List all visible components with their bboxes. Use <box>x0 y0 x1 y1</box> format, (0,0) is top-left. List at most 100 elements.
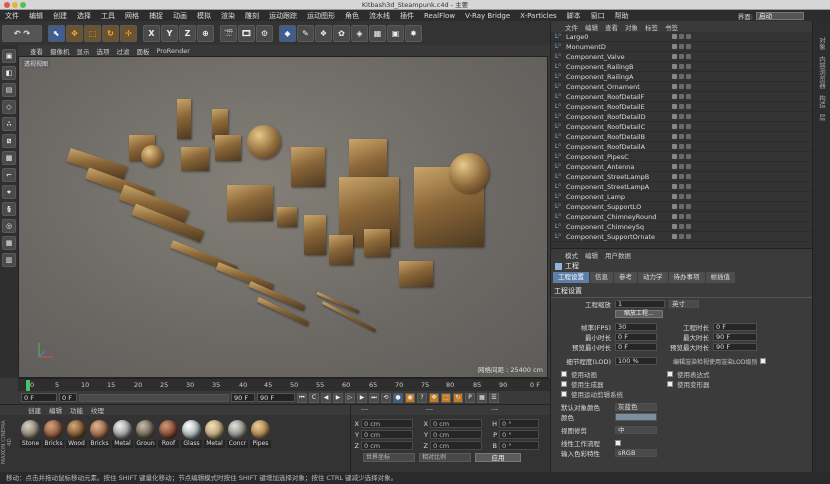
use-motion-system-checkbox[interactable] <box>561 391 567 397</box>
param-key-icon[interactable]: P <box>465 392 475 403</box>
render-visibility-dot[interactable] <box>679 214 684 219</box>
menu-x-particles[interactable]: X-Particles <box>515 12 561 20</box>
render-visibility-dot[interactable] <box>679 94 684 99</box>
array-icon[interactable]: ✿ <box>333 24 350 42</box>
editor-visibility-dot[interactable] <box>672 234 677 239</box>
enable-check-icon[interactable] <box>686 94 691 99</box>
material-item[interactable]: Pipes <box>250 420 271 448</box>
object-row[interactable]: L⁰ Component_RoofDetailC <box>551 122 812 132</box>
obj-menu-view[interactable]: 查看 <box>605 22 618 32</box>
use-expressions-checkbox[interactable] <box>667 371 673 377</box>
deformer-icon[interactable]: ◈ <box>351 24 368 42</box>
lod-field[interactable]: 100 % <box>615 357 657 365</box>
editor-visibility-dot[interactable] <box>672 94 677 99</box>
visibility-flags[interactable] <box>672 184 691 189</box>
material-item[interactable]: Concr <box>227 420 248 448</box>
start-frame-field[interactable]: 0 F <box>21 393 57 402</box>
layout-selector[interactable]: 界面: 启动 <box>738 11 804 21</box>
visibility-flags[interactable] <box>672 74 691 79</box>
tab-reference[interactable]: 参考 <box>614 272 637 283</box>
object-row[interactable]: L⁰ MonumentD <box>551 42 812 52</box>
material-item[interactable]: Bricks <box>43 420 64 448</box>
menu-character[interactable]: 角色 <box>340 11 364 21</box>
tweak-icon[interactable]: ⌖ <box>2 185 16 199</box>
menu-select[interactable]: 选择 <box>72 11 96 21</box>
tab-objects[interactable]: 对象 <box>817 37 827 50</box>
prev-frame-icon[interactable]: ◀ <box>321 392 331 403</box>
recent-tool-icon[interactable]: ✢ <box>120 24 137 42</box>
obj-menu-edit[interactable]: 编辑 <box>585 22 598 32</box>
visibility-flags[interactable] <box>672 54 691 59</box>
render-visibility-dot[interactable] <box>679 204 684 209</box>
obj-menu-tags[interactable]: 标签 <box>645 22 658 32</box>
tab-content-browser[interactable]: 内容浏览器 <box>817 56 827 89</box>
record-keys-icon[interactable]: ● <box>393 392 403 403</box>
tab-key-interpolation[interactable]: 帧插值 <box>705 272 735 283</box>
perspective-viewport[interactable]: 网格间距 : 25400 cm <box>18 56 548 378</box>
make-editable-icon[interactable]: ▣ <box>2 49 16 63</box>
visibility-flags[interactable] <box>672 34 691 39</box>
object-row[interactable]: L⁰ Component_RoofDetailE <box>551 102 812 112</box>
render-visibility-dot[interactable] <box>679 34 684 39</box>
position-y-field[interactable]: 0 cm <box>361 430 413 439</box>
render-view-icon[interactable]: 🎬 <box>220 24 237 42</box>
visibility-flags[interactable] <box>672 84 691 89</box>
preview-end-frame-field[interactable]: 90 F <box>257 393 295 402</box>
menu-tools[interactable]: 工具 <box>96 11 120 21</box>
workplane-grid-icon[interactable]: ▦ <box>2 236 16 250</box>
max-time-field[interactable]: 90 F <box>713 333 757 341</box>
object-row[interactable]: L⁰ Component_Antenna <box>551 162 812 172</box>
obj-menu-bookmarks[interactable]: 书签 <box>665 22 678 32</box>
position-key-icon[interactable]: ✥ <box>429 392 439 403</box>
attr-menu-user-data[interactable]: 用户数据 <box>605 250 631 260</box>
material-item[interactable]: Metal <box>112 420 133 448</box>
enable-check-icon[interactable] <box>686 214 691 219</box>
scale-icon[interactable]: ⬚ <box>84 24 101 42</box>
min-time-field[interactable]: 0 F <box>615 333 657 341</box>
scale-project-button[interactable]: 缩放工程... <box>615 310 663 318</box>
coordinate-system-icon[interactable]: ⊕ <box>197 24 214 42</box>
menu-sculpt[interactable]: 雕刻 <box>240 11 264 21</box>
input-color-dropdown[interactable]: sRGB <box>615 449 657 457</box>
editor-visibility-dot[interactable] <box>672 144 677 149</box>
material-item[interactable]: Wood <box>66 420 87 448</box>
render-lod-checkbox[interactable] <box>760 358 767 364</box>
object-row[interactable]: L⁰ Component_ChimneySq <box>551 222 812 232</box>
enable-check-icon[interactable] <box>686 64 691 69</box>
object-row[interactable]: L⁰ Component_RoofDetailD <box>551 112 812 122</box>
enable-check-icon[interactable] <box>686 204 691 209</box>
menu-window[interactable]: 窗口 <box>586 11 610 21</box>
editor-visibility-dot[interactable] <box>672 74 677 79</box>
render-visibility-dot[interactable] <box>679 114 684 119</box>
position-x-field[interactable]: 0 cm <box>361 419 413 428</box>
visibility-flags[interactable] <box>672 134 691 139</box>
position-z-field[interactable]: 0 cm <box>361 441 413 450</box>
model-mode-icon[interactable]: ◧ <box>2 66 16 80</box>
object-row[interactable]: L⁰ Component_SupportOrnate <box>551 232 812 242</box>
menu-create[interactable]: 创建 <box>48 11 72 21</box>
go-to-start-icon[interactable]: ⏮ <box>297 392 307 403</box>
material-item[interactable]: Metal <box>204 420 225 448</box>
fps-field[interactable]: 30 <box>615 323 657 331</box>
x-axis-icon[interactable]: X <box>143 24 160 42</box>
mat-menu-function[interactable]: 功能 <box>70 405 83 415</box>
editor-visibility-dot[interactable] <box>672 224 677 229</box>
editor-visibility-dot[interactable] <box>672 154 677 159</box>
render-visibility-dot[interactable] <box>679 224 684 229</box>
visibility-flags[interactable] <box>672 194 691 199</box>
enable-check-icon[interactable] <box>686 54 691 59</box>
polygons-mode-icon[interactable]: ▩ <box>2 151 16 165</box>
editor-visibility-dot[interactable] <box>672 84 677 89</box>
editor-visibility-dot[interactable] <box>672 134 677 139</box>
menu-vray-bridge[interactable]: V-Ray Bridge <box>460 12 515 20</box>
end-frame-field[interactable]: 90 F <box>231 393 255 402</box>
menu-render[interactable]: 渲染 <box>216 11 240 21</box>
attr-menu-edit[interactable]: 编辑 <box>585 250 598 260</box>
points-mode-icon[interactable]: ∴ <box>2 117 16 131</box>
editor-visibility-dot[interactable] <box>672 194 677 199</box>
coordinate-mode-dropdown[interactable]: 世界坐标 <box>363 453 415 462</box>
subdivision-icon[interactable]: ❖ <box>315 24 332 42</box>
render-visibility-dot[interactable] <box>679 84 684 89</box>
snapping-icon[interactable]: § <box>2 202 16 216</box>
environment-icon[interactable]: ▦ <box>369 24 386 42</box>
